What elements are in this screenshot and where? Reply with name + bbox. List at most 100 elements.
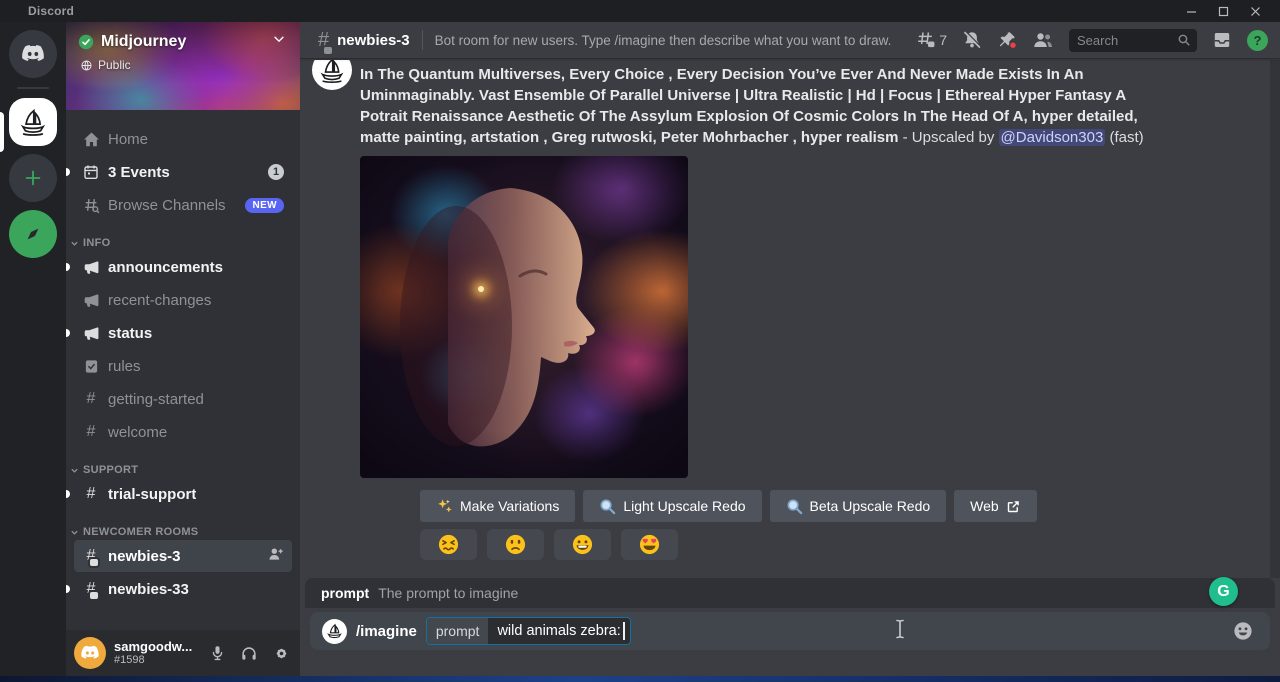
headphones-icon[interactable]: [238, 642, 260, 664]
magnifier-icon: [599, 498, 616, 515]
prompt-option-field[interactable]: prompt wild animals zebra:: [426, 617, 631, 645]
discord-logo-icon: [80, 645, 100, 661]
external-link-icon: [1006, 499, 1021, 514]
megaphone-icon: [82, 291, 100, 309]
explore-servers-button[interactable]: [9, 210, 57, 258]
rail-separator: [17, 87, 49, 89]
sidebar-item-events[interactable]: 3 Events 1: [74, 156, 292, 188]
button-label: Web: [970, 498, 999, 514]
user-avatar[interactable]: [74, 637, 106, 669]
web-button[interactable]: Web: [954, 490, 1037, 522]
events-count-badge: 1: [268, 164, 284, 180]
prompt-value[interactable]: wild animals zebra:: [488, 623, 622, 639]
member-list-icon[interactable]: [1032, 30, 1054, 50]
channel-rules[interactable]: rules: [74, 350, 292, 382]
make-variations-button[interactable]: Make Variations: [420, 490, 575, 522]
midjourney-server-button[interactable]: [9, 98, 57, 146]
server-header[interactable]: Midjourney: [78, 32, 292, 51]
taskbar-edge: [0, 676, 1280, 682]
grammarly-icon[interactable]: G: [1209, 577, 1238, 606]
message-composer[interactable]: /imagine prompt wild animals zebra:: [310, 612, 1270, 650]
channel-recent-changes[interactable]: recent-changes: [74, 284, 292, 316]
sidebar-item-label: 3 Events: [108, 164, 170, 181]
username: samgoodw...: [114, 640, 192, 654]
smiley-icon: [1232, 620, 1254, 642]
threads-icon[interactable]: 7: [916, 30, 947, 50]
message-scrollbar[interactable]: [1270, 60, 1280, 578]
channel-title: newbies-3: [337, 32, 410, 49]
search-icon: [1177, 33, 1191, 47]
megaphone-icon: [82, 324, 100, 342]
channel-label: recent-changes: [108, 292, 211, 309]
compass-icon: [20, 221, 46, 247]
unread-indicator: [66, 168, 70, 176]
channel-announcements[interactable]: announcements: [74, 251, 292, 283]
unread-indicator: [66, 585, 70, 593]
option-tag: prompt: [427, 618, 489, 644]
reaction-confounded-face[interactable]: [420, 529, 477, 560]
bot-avatar[interactable]: [312, 60, 352, 90]
server-rail: [0, 22, 66, 676]
user-mention[interactable]: @Davidson303: [999, 129, 1106, 146]
search-input[interactable]: Search: [1069, 29, 1197, 52]
channel-status[interactable]: status: [74, 317, 292, 349]
message-actions: Make Variations Light Upscale Redo Beta …: [420, 490, 1170, 522]
pinned-messages-icon[interactable]: [997, 30, 1017, 50]
channel-label: newbies-33: [108, 581, 189, 598]
channel-list: Home 3 Events 1 Browse Channels NEW INFO: [66, 110, 300, 630]
server-banner[interactable]: Midjourney Public: [66, 22, 300, 110]
inbox-icon[interactable]: [1212, 30, 1232, 50]
selected-server-pill: [0, 112, 4, 152]
megaphone-icon: [82, 258, 100, 276]
reaction-grinning-face[interactable]: [554, 529, 611, 560]
section-newcomer-rooms[interactable]: NEWCOMER ROOMS: [70, 526, 292, 538]
channel-newbies-33[interactable]: # newbies-33: [74, 573, 292, 605]
channel-topic[interactable]: Bot room for new users. Type /imagine th…: [435, 33, 895, 48]
sidebar-item-browse-channels[interactable]: Browse Channels NEW: [74, 189, 292, 221]
section-support[interactable]: SUPPORT: [70, 464, 292, 476]
magnifier-icon: [786, 498, 803, 515]
close-button[interactable]: [1244, 2, 1266, 20]
settings-gear-icon[interactable]: [270, 642, 292, 664]
home-icon: [82, 130, 100, 148]
image-vignette: [360, 156, 688, 478]
sailboat-icon: [317, 60, 347, 85]
channel-sidebar: Midjourney Public Home 3 Events 1 Brows: [66, 22, 300, 676]
chevron-down-icon: [272, 32, 286, 51]
channel-trial-support[interactable]: # trial-support: [74, 478, 292, 510]
message-list: In The Quantum Multiverses, Every Choice…: [300, 60, 1280, 578]
user-identity[interactable]: samgoodw... #1598: [114, 640, 192, 666]
channel-newbies-3[interactable]: # newbies-3: [74, 540, 292, 572]
server-visibility: Public: [80, 58, 131, 72]
window-controls: [1180, 2, 1280, 20]
section-info[interactable]: INFO: [70, 237, 292, 249]
beta-upscale-redo-button[interactable]: Beta Upscale Redo: [770, 490, 947, 522]
sidebar-item-home[interactable]: Home: [74, 123, 292, 155]
light-upscale-redo-button[interactable]: Light Upscale Redo: [583, 490, 761, 522]
button-label: Light Upscale Redo: [623, 498, 745, 514]
hash-icon: #: [82, 423, 100, 441]
titlebar: Discord: [0, 0, 1280, 22]
reactions: [420, 529, 1170, 560]
generated-image[interactable]: [360, 156, 688, 478]
invite-member-icon[interactable]: [268, 546, 284, 566]
hash-chat-icon: #: [318, 29, 329, 52]
help-icon[interactable]: ?: [1247, 30, 1268, 51]
chevron-down-icon: [70, 239, 79, 248]
window-title: Discord: [28, 4, 74, 18]
channel-label: rules: [108, 358, 141, 375]
emoji-picker-button[interactable]: [1232, 620, 1254, 642]
microphone-icon[interactable]: [206, 642, 228, 664]
sailboat-icon: [325, 622, 344, 641]
discord-home-button[interactable]: [9, 30, 57, 78]
discord-window: Discord: [0, 0, 1280, 682]
reaction-frowning-face[interactable]: [487, 529, 544, 560]
reaction-heart-eyes-face[interactable]: [621, 529, 678, 560]
minimize-button[interactable]: [1180, 2, 1202, 20]
notifications-muted-icon[interactable]: [962, 30, 982, 50]
search-placeholder: Search: [1077, 33, 1177, 48]
channel-getting-started[interactable]: # getting-started: [74, 383, 292, 415]
maximize-button[interactable]: [1212, 2, 1234, 20]
add-server-button[interactable]: [9, 154, 57, 202]
channel-welcome[interactable]: # welcome: [74, 416, 292, 448]
